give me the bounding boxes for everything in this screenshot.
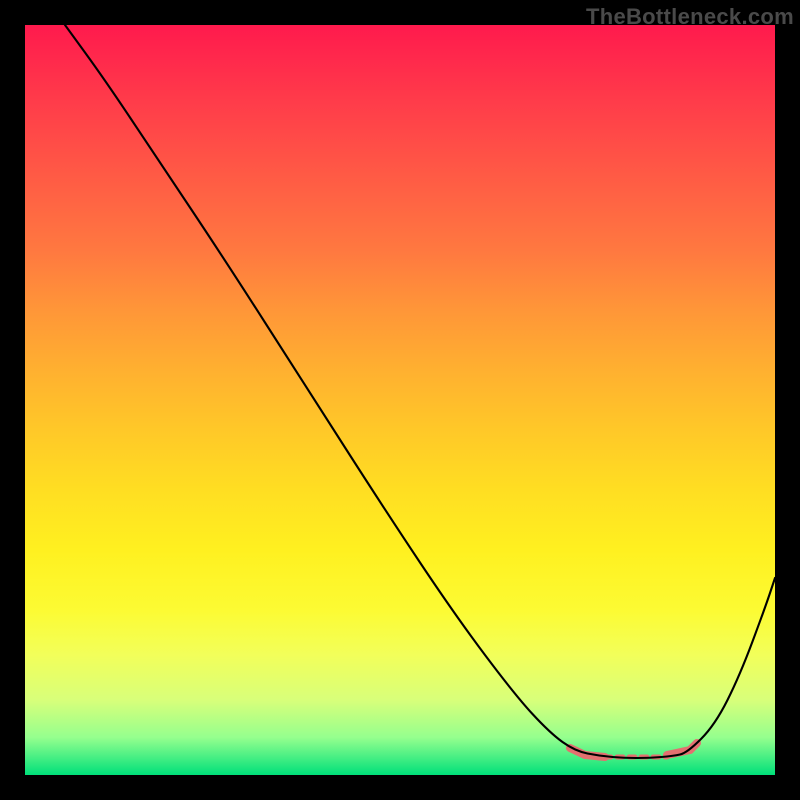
chart-frame: TheBottleneck.com: [0, 0, 800, 800]
plot-area: [25, 25, 775, 775]
bottleneck-curve: [65, 25, 775, 758]
curve-svg: [25, 25, 775, 775]
watermark-text: TheBottleneck.com: [586, 4, 794, 30]
